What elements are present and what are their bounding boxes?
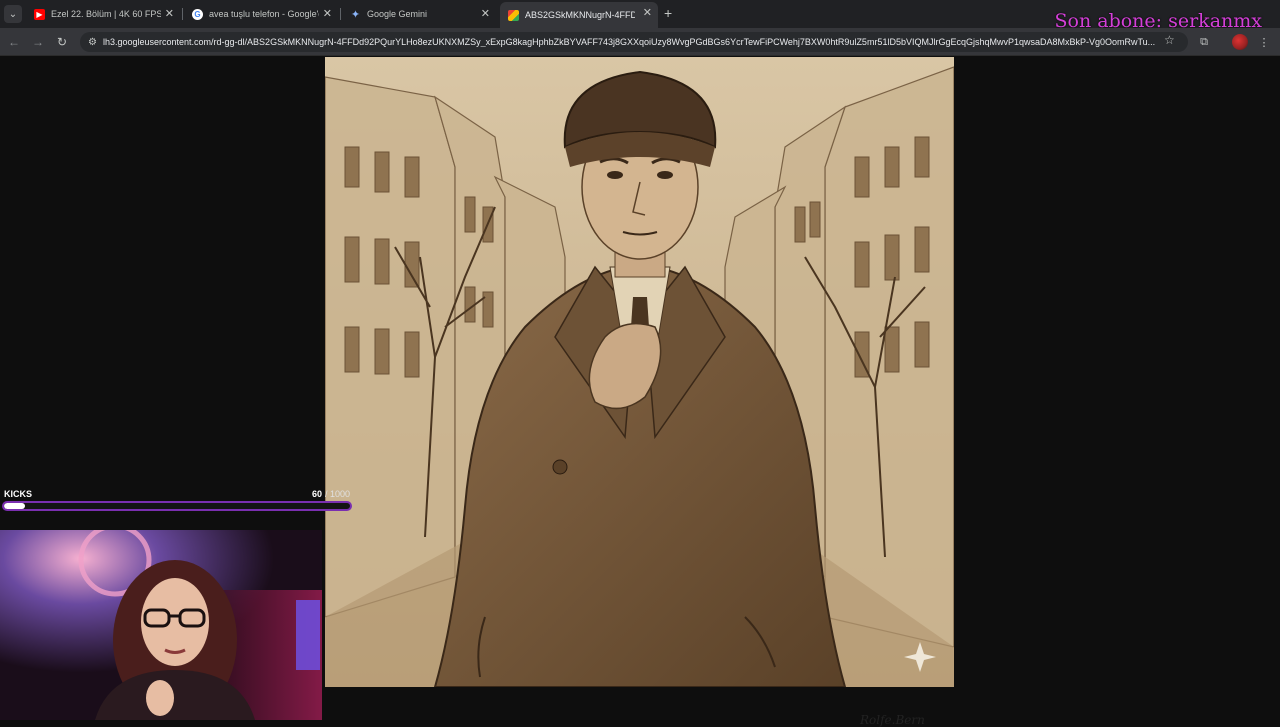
profile-avatar[interactable]: [1232, 34, 1248, 50]
tab-search-chevron-icon[interactable]: ⌄: [4, 5, 22, 23]
url-text[interactable]: lh3.googleusercontent.com/rd-gg-dl/ABS2G…: [103, 37, 1163, 47]
google-icon: G: [192, 8, 203, 20]
youtube-icon: ▶: [34, 8, 45, 20]
tab-separator: [340, 8, 341, 20]
kicks-count: 60: [311, 489, 322, 499]
forward-arrow-icon[interactable]: →: [30, 34, 46, 50]
reload-icon[interactable]: ↻: [54, 34, 70, 50]
artist-signature: Rolfe.Bern: [860, 713, 925, 727]
back-arrow-icon[interactable]: ←: [6, 34, 22, 50]
kicks-label: KICKS: [4, 489, 33, 499]
kicks-progress-bar: [2, 501, 352, 511]
close-icon[interactable]: ✕: [643, 6, 652, 19]
tab-gemini[interactable]: ✦ Google Gemini ✕: [346, 3, 496, 25]
googleusercontent-icon: [508, 9, 519, 21]
kicks-goal-widget: KICKS 60 / 1000: [2, 488, 352, 514]
tab-separator: [182, 8, 183, 20]
kicks-progress-fill: [4, 503, 25, 509]
close-icon[interactable]: ✕: [481, 7, 490, 20]
close-icon[interactable]: ✕: [323, 7, 332, 20]
close-icon[interactable]: ✕: [165, 7, 174, 20]
pencil-portrait-image: [325, 57, 954, 687]
tab-title: Google Gemini: [367, 9, 428, 19]
gemini-icon: ✦: [350, 8, 361, 21]
tab-google-search[interactable]: G avea tuşlu telefon - Google'da A ✕: [188, 3, 338, 25]
site-info-icon[interactable]: ⚙: [88, 37, 97, 48]
browser-toolbar: ← → ↻ ⚙ lh3.googleusercontent.com/rd-gg-…: [0, 28, 1280, 56]
tab-strip: ⌄ ▶ Ezel 22. Bölüm | 4K 60 FPS - Yo ✕ G …: [0, 0, 1280, 32]
address-bar[interactable]: ⚙ lh3.googleusercontent.com/rd-gg-dl/ABS…: [80, 32, 1188, 52]
tab-title: avea tuşlu telefon - Google'da A: [209, 9, 319, 19]
kicks-total: / 1000: [324, 489, 350, 499]
extensions-puzzle-icon[interactable]: ⧉: [1196, 34, 1212, 50]
menu-kebab-icon[interactable]: ⋮: [1256, 34, 1272, 50]
portrait-illustration: [325, 57, 954, 687]
tab-title: ABS2GSkMKNNugrN-4FFDd92: [525, 10, 635, 20]
tab-youtube[interactable]: ▶ Ezel 22. Bölüm | 4K 60 FPS - Yo ✕: [30, 3, 180, 25]
streamer-webcam: [0, 530, 322, 720]
tab-active-image[interactable]: ABS2GSkMKNNugrN-4FFDd92 ✕: [500, 2, 658, 28]
webcam-feed: [0, 530, 322, 720]
tab-title: Ezel 22. Bölüm | 4K 60 FPS - Yo: [51, 9, 161, 19]
bookmark-star-icon[interactable]: ☆: [1164, 33, 1175, 47]
new-tab-plus-icon[interactable]: +: [664, 5, 672, 21]
